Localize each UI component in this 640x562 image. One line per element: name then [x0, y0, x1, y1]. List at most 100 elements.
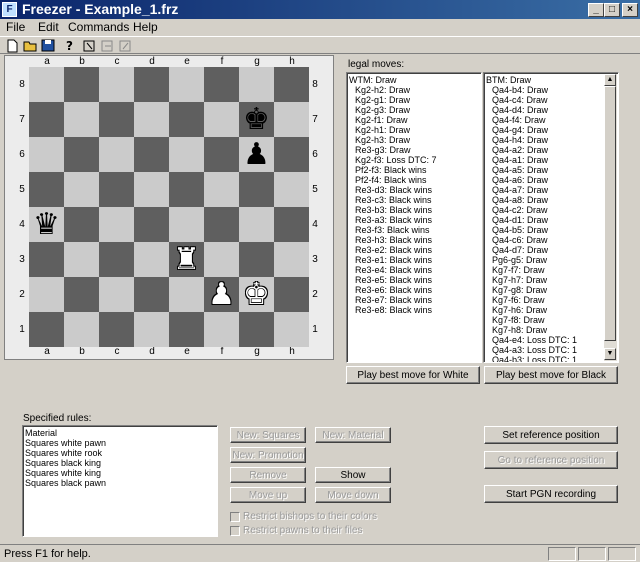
square-h1[interactable]	[274, 312, 309, 347]
list-item[interactable]: Qa4-g4: Draw	[484, 125, 618, 135]
list-item[interactable]: Qa4-f4: Draw	[484, 115, 618, 125]
white-moves-list[interactable]: WTM: Draw Kg2-h2: Draw Kg2-g1: Draw Kg2-g3:…	[346, 72, 482, 363]
square-f4[interactable]	[204, 207, 239, 242]
maximize-button[interactable]: □	[604, 3, 620, 17]
list-item[interactable]: Qa4-d7: Draw	[484, 245, 618, 255]
list-item[interactable]: Qa4-b5: Draw	[484, 225, 618, 235]
save-disk-icon[interactable]	[40, 38, 56, 53]
white-king-icon[interactable]: ♚	[239, 277, 274, 312]
black-king-icon[interactable]: ♚	[239, 102, 274, 137]
list-item[interactable]: Squares white king	[23, 468, 217, 478]
list-item[interactable]: Kg2-h1: Draw	[347, 125, 481, 135]
list-item[interactable]: Kg7-g8: Draw	[484, 285, 618, 295]
square-d8[interactable]	[134, 67, 169, 102]
square-a8[interactable]	[29, 67, 64, 102]
square-a3[interactable]	[29, 242, 64, 277]
remove-button[interactable]: Remove	[230, 467, 306, 483]
list-item[interactable]: Re3-d3: Black wins	[347, 185, 481, 195]
list-item[interactable]: Kg7-h6: Draw	[484, 305, 618, 315]
square-h3[interactable]	[274, 242, 309, 277]
list-item[interactable]: Qa4-a5: Draw	[484, 165, 618, 175]
help-pointer-icon[interactable]: ?	[62, 38, 78, 53]
list-item[interactable]: Re3-e7: Black wins	[347, 295, 481, 305]
square-d4[interactable]	[134, 207, 169, 242]
pgn-icon-1[interactable]	[82, 38, 98, 53]
square-d5[interactable]	[134, 172, 169, 207]
square-h4[interactable]	[274, 207, 309, 242]
list-item[interactable]: Qa4-a2: Draw	[484, 145, 618, 155]
scroll-down-icon[interactable]: ▼	[604, 348, 616, 360]
square-f5[interactable]	[204, 172, 239, 207]
square-c1[interactable]	[99, 312, 134, 347]
list-item[interactable]: Qa4-c4: Draw	[484, 95, 618, 105]
list-item[interactable]: Kg7-f6: Draw	[484, 295, 618, 305]
square-a5[interactable]	[29, 172, 64, 207]
list-item[interactable]: Qa4-d4: Draw	[484, 105, 618, 115]
restrict-pawns-checkbox[interactable]	[230, 526, 240, 536]
square-a1[interactable]	[29, 312, 64, 347]
square-d6[interactable]	[134, 137, 169, 172]
square-e6[interactable]	[169, 137, 204, 172]
list-item[interactable]: Re3-b3: Black wins	[347, 205, 481, 215]
list-item[interactable]: Squares black king	[23, 458, 217, 468]
square-c4[interactable]	[99, 207, 134, 242]
black-pawn-icon[interactable]: ♟	[239, 137, 274, 172]
rules-list[interactable]: Material Squares white pawn Squares white …	[22, 425, 218, 537]
menu-file[interactable]: File	[6, 20, 25, 35]
square-c5[interactable]	[99, 172, 134, 207]
square-d2[interactable]	[134, 277, 169, 312]
square-b3[interactable]	[64, 242, 99, 277]
list-item[interactable]: Qa4-a3: Loss DTC: 1	[484, 345, 618, 355]
square-c6[interactable]	[99, 137, 134, 172]
pgn-icon-2[interactable]	[100, 38, 116, 53]
menu-help[interactable]: Help	[133, 20, 158, 35]
scroll-up-icon[interactable]: ▲	[604, 74, 616, 86]
list-item[interactable]: Qa4-a8: Draw	[484, 195, 618, 205]
black-moves-list[interactable]: BTM: Draw Qa4-b4: Draw Qa4-c4: Draw Qa4-d4:…	[483, 72, 619, 363]
list-item[interactable]: Material	[23, 428, 217, 438]
new-squares-button[interactable]: New: Squares	[230, 427, 306, 443]
list-item[interactable]: Squares white pawn	[23, 438, 217, 448]
square-d1[interactable]	[134, 312, 169, 347]
square-e5[interactable]	[169, 172, 204, 207]
square-g4[interactable]	[239, 207, 274, 242]
square-f7[interactable]	[204, 102, 239, 137]
list-item[interactable]: Kg7-f7: Draw	[484, 265, 618, 275]
list-item[interactable]: Qa4-e4: Loss DTC: 1	[484, 335, 618, 345]
show-button[interactable]: Show	[315, 467, 391, 483]
list-item[interactable]: Qa4-c6: Draw	[484, 235, 618, 245]
square-h6[interactable]	[274, 137, 309, 172]
square-f1[interactable]	[204, 312, 239, 347]
square-g3[interactable]	[239, 242, 274, 277]
restrict-bishops-checkbox[interactable]	[230, 512, 240, 522]
play-black-button[interactable]: Play best move for Black	[484, 366, 618, 384]
list-item[interactable]: Kg7-h7: Draw	[484, 275, 618, 285]
square-h5[interactable]	[274, 172, 309, 207]
play-white-button[interactable]: Play best move for White	[346, 366, 480, 384]
chess-board[interactable]: ♚ ♟ ♛ ♜ ♟ ♚	[29, 67, 309, 347]
square-b8[interactable]	[64, 67, 99, 102]
set-reference-button[interactable]: Set reference position	[484, 426, 618, 444]
list-item[interactable]: Qa4-a1: Draw	[484, 155, 618, 165]
list-item[interactable]: Re3-a3: Black wins	[347, 215, 481, 225]
close-button[interactable]: ×	[622, 3, 638, 17]
square-a7[interactable]	[29, 102, 64, 137]
move-up-button[interactable]: Move up	[230, 487, 306, 503]
menu-edit[interactable]: Edit	[38, 20, 59, 35]
list-item[interactable]: Kg2-f3: Loss DTC: 7	[347, 155, 481, 165]
list-item[interactable]: Re3-c3: Black wins	[347, 195, 481, 205]
list-item[interactable]: Re3-g3: Draw	[347, 145, 481, 155]
list-item[interactable]: Qa4-a7: Draw	[484, 185, 618, 195]
list-item[interactable]: Re3-e1: Black wins	[347, 255, 481, 265]
list-item[interactable]: Qa4-a6: Draw	[484, 175, 618, 185]
list-item[interactable]: Re3-e6: Black wins	[347, 285, 481, 295]
square-c2[interactable]	[99, 277, 134, 312]
list-item[interactable]: BTM: Draw	[484, 75, 618, 85]
square-g1[interactable]	[239, 312, 274, 347]
new-material-button[interactable]: New: Material	[315, 427, 391, 443]
square-e8[interactable]	[169, 67, 204, 102]
list-item[interactable]: Qa4-b3: Loss DTC: 1	[484, 355, 618, 362]
square-e1[interactable]	[169, 312, 204, 347]
square-c7[interactable]	[99, 102, 134, 137]
list-item[interactable]: Qa4-h4: Draw	[484, 135, 618, 145]
